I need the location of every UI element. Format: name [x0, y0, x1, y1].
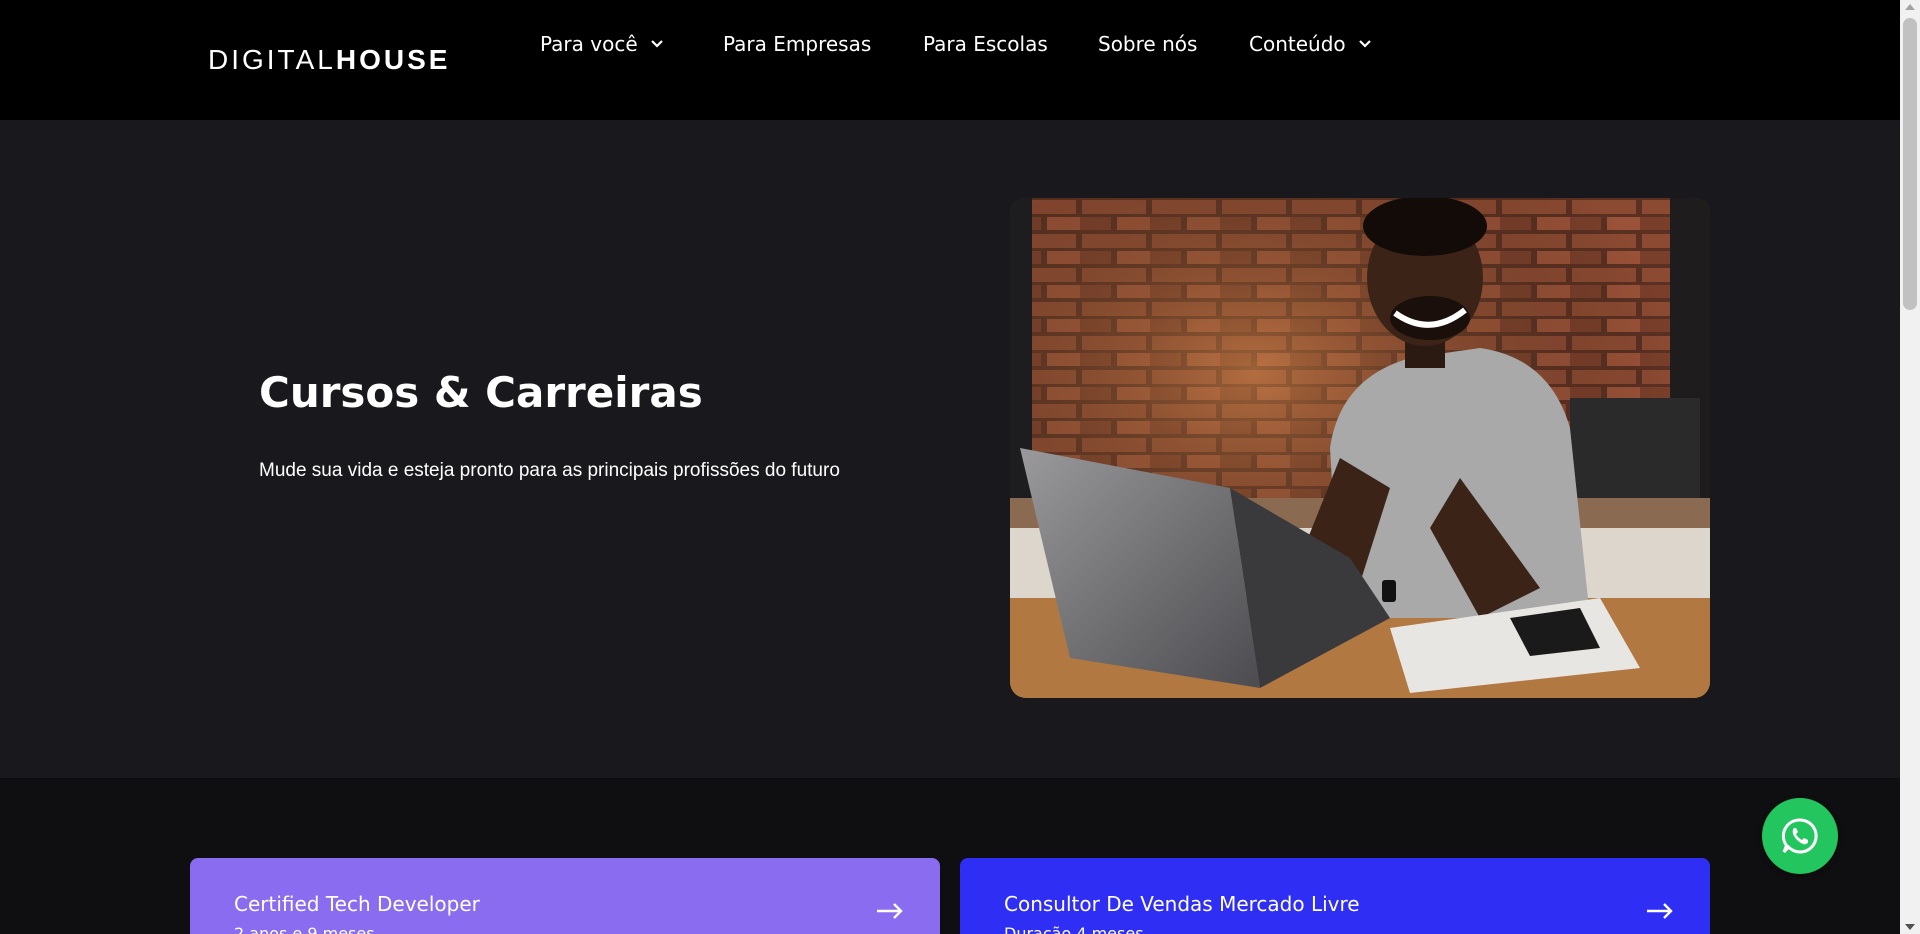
whatsapp-icon [1781, 818, 1818, 854]
scrollbar[interactable] [1900, 0, 1920, 934]
nav-sobre-nos[interactable]: Sobre nós [1098, 32, 1197, 56]
course-card[interactable]: Certified Tech Developer 2 anos e 9 mese… [190, 858, 940, 934]
hero-section: Cursos & Carreiras Mude sua vida e estej… [0, 120, 1900, 778]
course-title: Consultor De Vendas Mercado Livre [1004, 892, 1360, 916]
chevron-down-icon [650, 40, 663, 48]
nav-conteudo[interactable]: Conteúdo [1249, 32, 1372, 56]
logo[interactable]: DIGITALHOUSE [208, 44, 450, 76]
man-with-laptop-photo [1010, 198, 1710, 698]
arrow-right-icon [877, 903, 903, 919]
arrow-right-icon [1647, 903, 1673, 919]
scrollbar-thumb[interactable] [1903, 18, 1917, 310]
scroll-down-arrow-icon[interactable] [1905, 924, 1915, 930]
course-duration: 2 anos e 9 meses [234, 924, 375, 934]
nav-para-empresas[interactable]: Para Empresas [723, 32, 871, 56]
nav-para-escolas[interactable]: Para Escolas [923, 32, 1048, 56]
chevron-down-icon [1358, 40, 1371, 48]
hero-subtitle: Mude sua vida e esteja pronto para as pr… [259, 460, 840, 481]
nav-para-voce[interactable]: Para você [540, 32, 664, 56]
site-header: DIGITALHOUSE Para você Para Empresas Par… [0, 0, 1900, 120]
courses-section: Certified Tech Developer 2 anos e 9 mese… [0, 778, 1900, 934]
hero-title: Cursos & Carreiras [259, 368, 703, 417]
course-card[interactable]: Consultor De Vendas Mercado Livre Duraçã… [960, 858, 1710, 934]
whatsapp-button[interactable] [1762, 798, 1838, 874]
scroll-up-arrow-icon[interactable] [1905, 4, 1915, 10]
course-title: Certified Tech Developer [234, 892, 480, 916]
course-duration: Duração 4 meses [1004, 924, 1144, 934]
